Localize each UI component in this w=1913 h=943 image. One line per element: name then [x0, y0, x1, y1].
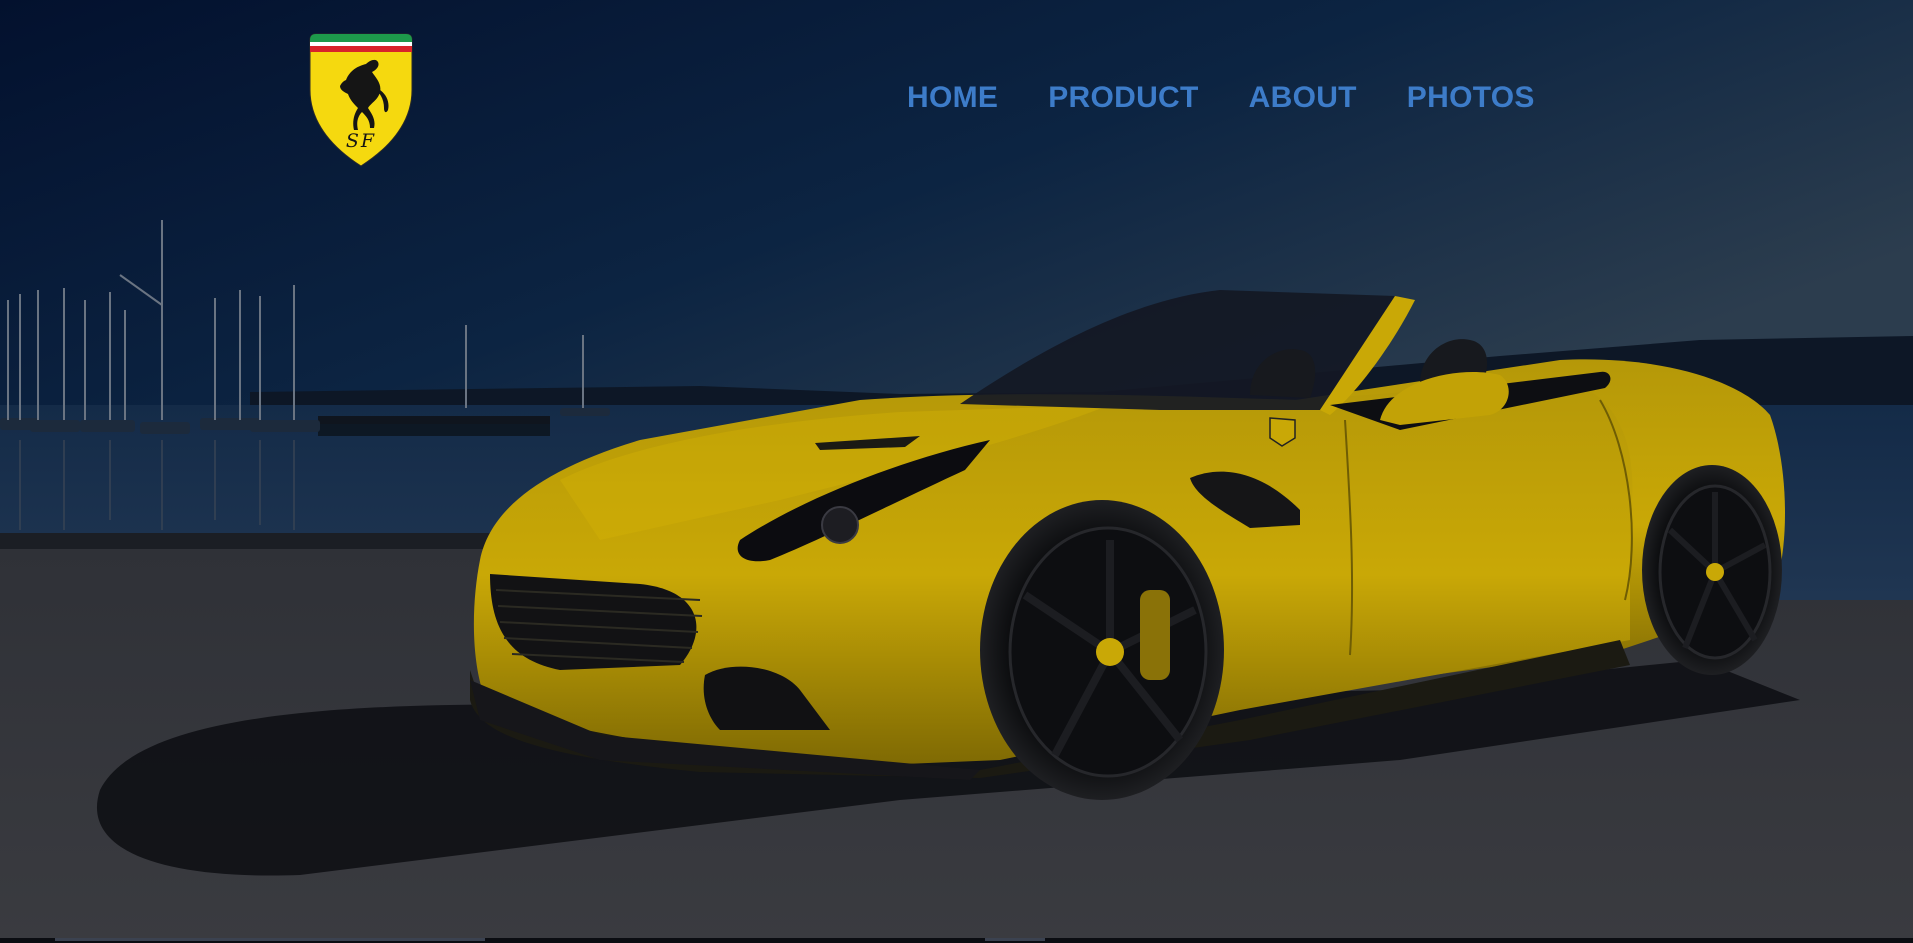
- bottom-bar-segment: [55, 938, 485, 941]
- nav-link-photos[interactable]: PHOTOS: [1407, 81, 1535, 114]
- hero-section: SF HOME PRODUCT ABOUT PHOTOS: [0, 0, 1913, 943]
- nav-link-product[interactable]: PRODUCT: [1048, 81, 1198, 114]
- brand-logo-link[interactable]: SF: [306, 30, 416, 170]
- main-nav: HOME PRODUCT ABOUT PHOTOS: [907, 78, 1535, 118]
- bottom-bar-segment: [985, 938, 1045, 941]
- logo-initials: SF: [345, 130, 377, 152]
- nav-link-about[interactable]: ABOUT: [1249, 81, 1357, 114]
- bottom-edge-bar: [0, 938, 1913, 943]
- nav-link-home[interactable]: HOME: [907, 81, 998, 114]
- site-header: SF HOME PRODUCT ABOUT PHOTOS: [0, 0, 1913, 180]
